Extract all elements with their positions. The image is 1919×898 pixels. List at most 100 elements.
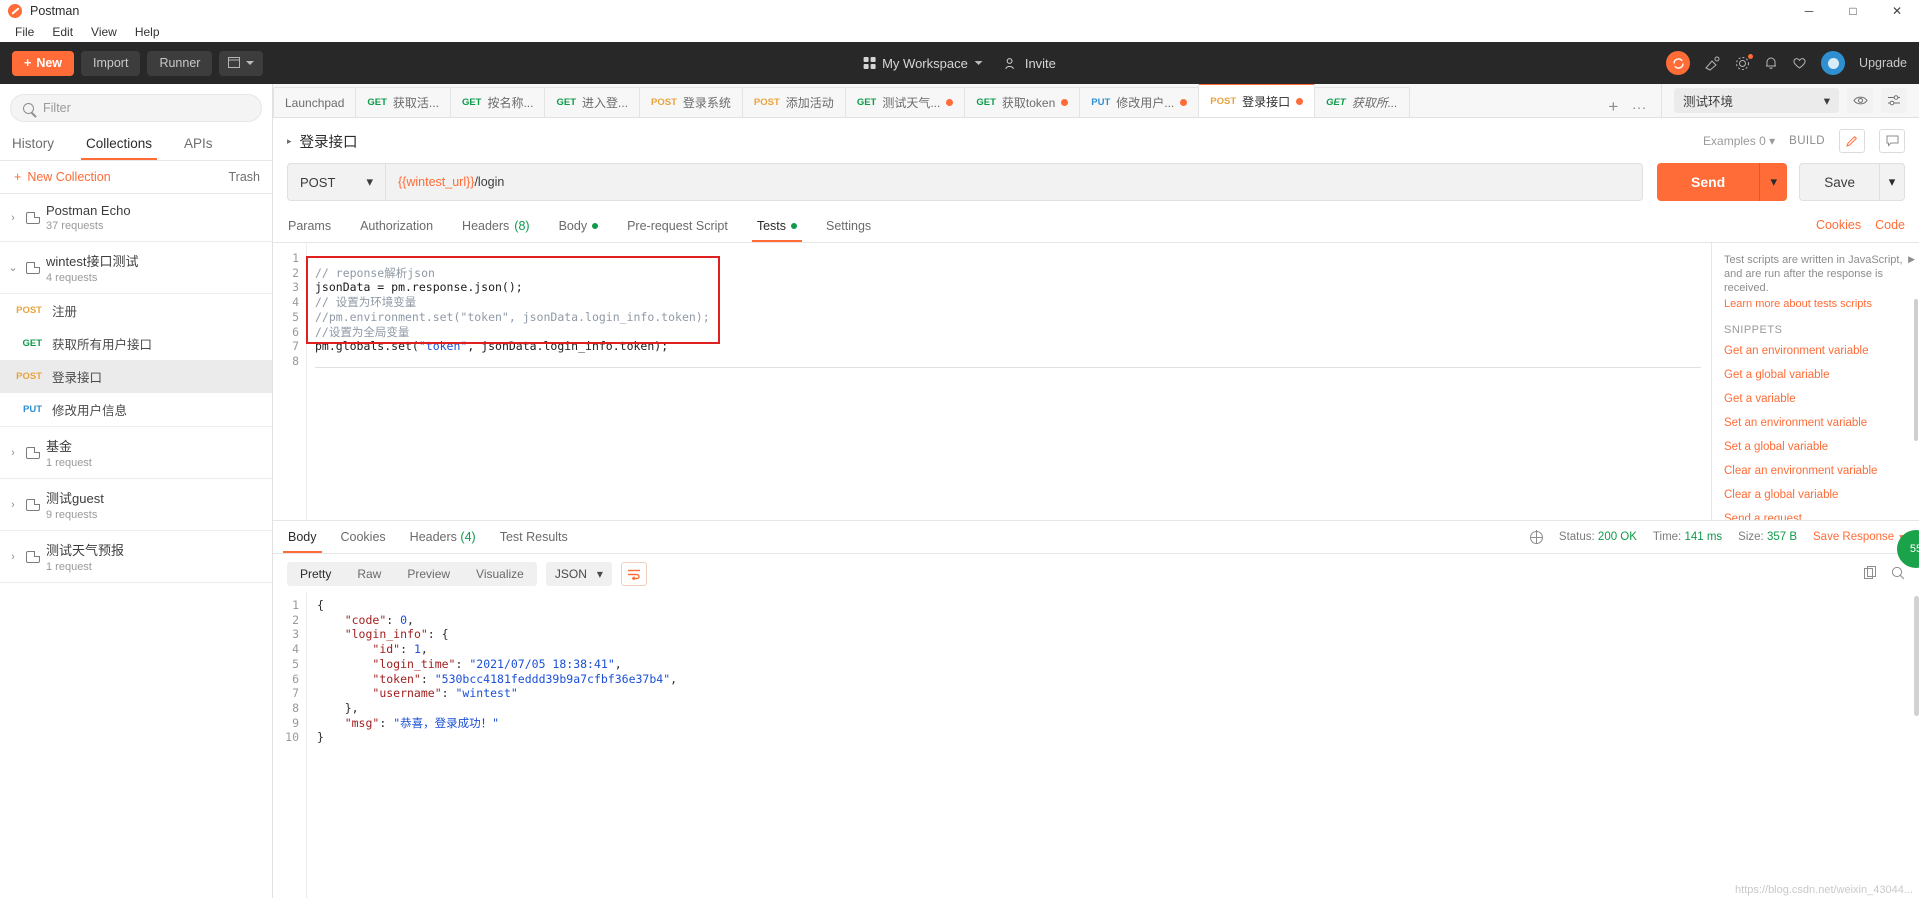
- response-body[interactable]: 1 2 3 4 5 6 7 8 9 10 { "code": 0, "login_info": {…: [273, 592, 1919, 898]
- send-button[interactable]: Send: [1656, 163, 1760, 201]
- open-tab[interactable]: PUT 修改用户...: [1079, 87, 1200, 117]
- request-subtab[interactable]: Authorization: [359, 213, 434, 242]
- tests-editor[interactable]: 12345678 // reponse解析json jsonData = pm.r…: [273, 243, 1711, 520]
- response-tab[interactable]: Test Results: [499, 521, 569, 553]
- new-window-button[interactable]: [219, 50, 264, 76]
- request-item[interactable]: PUT 修改用户信息: [0, 393, 272, 426]
- notifications-button[interactable]: [1764, 56, 1778, 71]
- open-tab[interactable]: Launchpad: [273, 87, 357, 117]
- import-button[interactable]: Import: [81, 50, 141, 76]
- http-method-selector[interactable]: POST ▾: [287, 163, 385, 201]
- close-button[interactable]: ✕: [1875, 0, 1919, 22]
- examples-button[interactable]: Examples 0 ▾: [1703, 134, 1775, 148]
- search-response-button[interactable]: [1891, 566, 1905, 583]
- menu-edit[interactable]: Edit: [43, 22, 82, 42]
- cookies-link[interactable]: Cookies: [1816, 218, 1861, 232]
- response-scrollbar[interactable]: [1914, 596, 1919, 716]
- open-tab[interactable]: GET 获取所...: [1314, 87, 1410, 117]
- snippets-scrollbar[interactable]: [1914, 299, 1918, 441]
- open-tab[interactable]: POST 登录接口: [1198, 83, 1316, 117]
- comments-button[interactable]: [1879, 129, 1905, 153]
- wrap-lines-button[interactable]: [620, 562, 647, 586]
- open-tab[interactable]: GET 测试天气...: [844, 87, 966, 117]
- response-tab[interactable]: Headers (4): [409, 521, 477, 553]
- snippets-list[interactable]: Get an environment variable Get a global …: [1724, 345, 1907, 520]
- response-view-mode[interactable]: Pretty: [287, 562, 344, 586]
- add-tab-button[interactable]: +: [1602, 97, 1624, 117]
- response-tabs[interactable]: Body Cookies Headers (4) Test Results Statu…: [273, 521, 1919, 554]
- runner-button[interactable]: Runner: [147, 50, 213, 76]
- environment-quick-look-button[interactable]: [1847, 87, 1873, 113]
- trash-link[interactable]: Trash: [229, 170, 261, 184]
- collection-item[interactable]: › 基金 1 request: [0, 427, 272, 479]
- collection-item[interactable]: › Postman Echo 37 requests: [0, 194, 272, 242]
- sidebar-tab-apis[interactable]: APIs: [182, 128, 215, 160]
- invite-button[interactable]: Invite: [1005, 56, 1056, 71]
- request-item[interactable]: POST 登录接口: [0, 360, 272, 393]
- open-tab[interactable]: GET 获取token: [964, 87, 1081, 117]
- collection-item[interactable]: › 测试guest 9 requests: [0, 479, 272, 531]
- request-sub-tabs[interactable]: Params Authorization Headers (8) Body Pre-req…: [273, 213, 1919, 243]
- code-link[interactable]: Code: [1875, 218, 1905, 232]
- open-tab[interactable]: GET 获取活...: [355, 87, 451, 117]
- url-input[interactable]: {{wintest_url}}/login: [385, 163, 1643, 201]
- expand-chevron-icon[interactable]: ›: [6, 551, 20, 563]
- menu-view[interactable]: View: [82, 22, 126, 42]
- expand-chevron-icon[interactable]: ›: [6, 447, 20, 459]
- avatar[interactable]: [1821, 51, 1846, 75]
- collections-list[interactable]: › Postman Echo 37 requests ⌄ wintest接口测试 4 re…: [0, 194, 272, 898]
- request-subtab[interactable]: Settings: [825, 213, 872, 242]
- snippet-item[interactable]: Clear a global variable: [1724, 489, 1907, 501]
- open-tabs[interactable]: Launchpad GET 获取活... GET 按名称... GET 进入登... POST…: [273, 83, 1592, 117]
- upgrade-link[interactable]: Upgrade: [1859, 56, 1907, 70]
- request-subtab[interactable]: Headers (8): [461, 213, 531, 242]
- open-tab[interactable]: GET 进入登...: [544, 87, 641, 117]
- request-item[interactable]: GET 获取所有用户接口: [0, 327, 272, 360]
- response-view-mode[interactable]: Visualize: [463, 562, 537, 586]
- request-subtab[interactable]: Body: [558, 213, 600, 242]
- snippet-item[interactable]: Set a global variable: [1724, 441, 1907, 453]
- response-format-selector[interactable]: JSON ▾: [545, 562, 612, 586]
- response-view-mode[interactable]: Preview: [394, 562, 463, 586]
- snippets-learn-more-link[interactable]: Learn more about tests scripts: [1724, 298, 1907, 310]
- editor-code[interactable]: // reponse解析json jsonData = pm.response.j…: [307, 243, 1711, 520]
- favorites-button[interactable]: [1792, 56, 1807, 70]
- response-tab[interactable]: Body: [283, 521, 321, 553]
- sidebar-tab-collections[interactable]: Collections: [81, 128, 158, 160]
- open-tab[interactable]: POST 登录系统: [639, 87, 743, 117]
- edit-request-button[interactable]: [1839, 129, 1865, 153]
- snippet-item[interactable]: Set an environment variable: [1724, 417, 1907, 429]
- expand-chevron-icon[interactable]: ⌄: [6, 261, 20, 274]
- save-options-button[interactable]: ▾: [1879, 163, 1905, 201]
- menu-file[interactable]: File: [6, 22, 43, 42]
- snippet-item[interactable]: Get a variable: [1724, 393, 1907, 405]
- menu-help[interactable]: Help: [126, 22, 169, 42]
- collection-item[interactable]: › 测试天气预报 1 request: [0, 531, 272, 583]
- settings-button[interactable]: [1735, 52, 1755, 71]
- expand-chevron-icon[interactable]: ›: [6, 499, 20, 511]
- open-tab[interactable]: GET 按名称...: [449, 87, 546, 117]
- new-collection-button[interactable]: + New Collection: [14, 170, 111, 184]
- new-button[interactable]: + New: [12, 50, 75, 76]
- response-tab[interactable]: Cookies: [340, 521, 387, 553]
- snippet-item[interactable]: Send a request: [1724, 513, 1907, 520]
- snippet-item[interactable]: Get a global variable: [1724, 369, 1907, 381]
- more-tabs-button[interactable]: ∙∙∙: [1626, 99, 1653, 115]
- open-tab[interactable]: POST 添加活动: [741, 87, 846, 117]
- collection-item[interactable]: ⌄ wintest接口测试 4 requests: [0, 242, 272, 294]
- manage-environments-button[interactable]: [1881, 87, 1907, 113]
- send-options-button[interactable]: ▾: [1759, 163, 1788, 201]
- copy-button[interactable]: [1864, 566, 1877, 582]
- request-subtab[interactable]: Params: [287, 213, 332, 242]
- snippet-item[interactable]: Clear an environment variable: [1724, 465, 1907, 477]
- save-button[interactable]: Save: [1799, 163, 1879, 201]
- satellite-button[interactable]: [1704, 56, 1721, 71]
- request-subtab[interactable]: Tests: [751, 213, 803, 242]
- snippet-item[interactable]: Get an environment variable: [1724, 345, 1907, 357]
- search-input[interactable]: Filter: [10, 94, 262, 122]
- expand-chevron-icon[interactable]: ›: [6, 212, 20, 224]
- response-view-modes[interactable]: Pretty Raw Preview Visualize: [287, 562, 537, 586]
- response-json[interactable]: { "code": 0, "login_info": { "id": 1, "l…: [307, 592, 1919, 898]
- collapse-snippets-icon[interactable]: ▶: [1908, 254, 1915, 265]
- response-view-mode[interactable]: Raw: [344, 562, 394, 586]
